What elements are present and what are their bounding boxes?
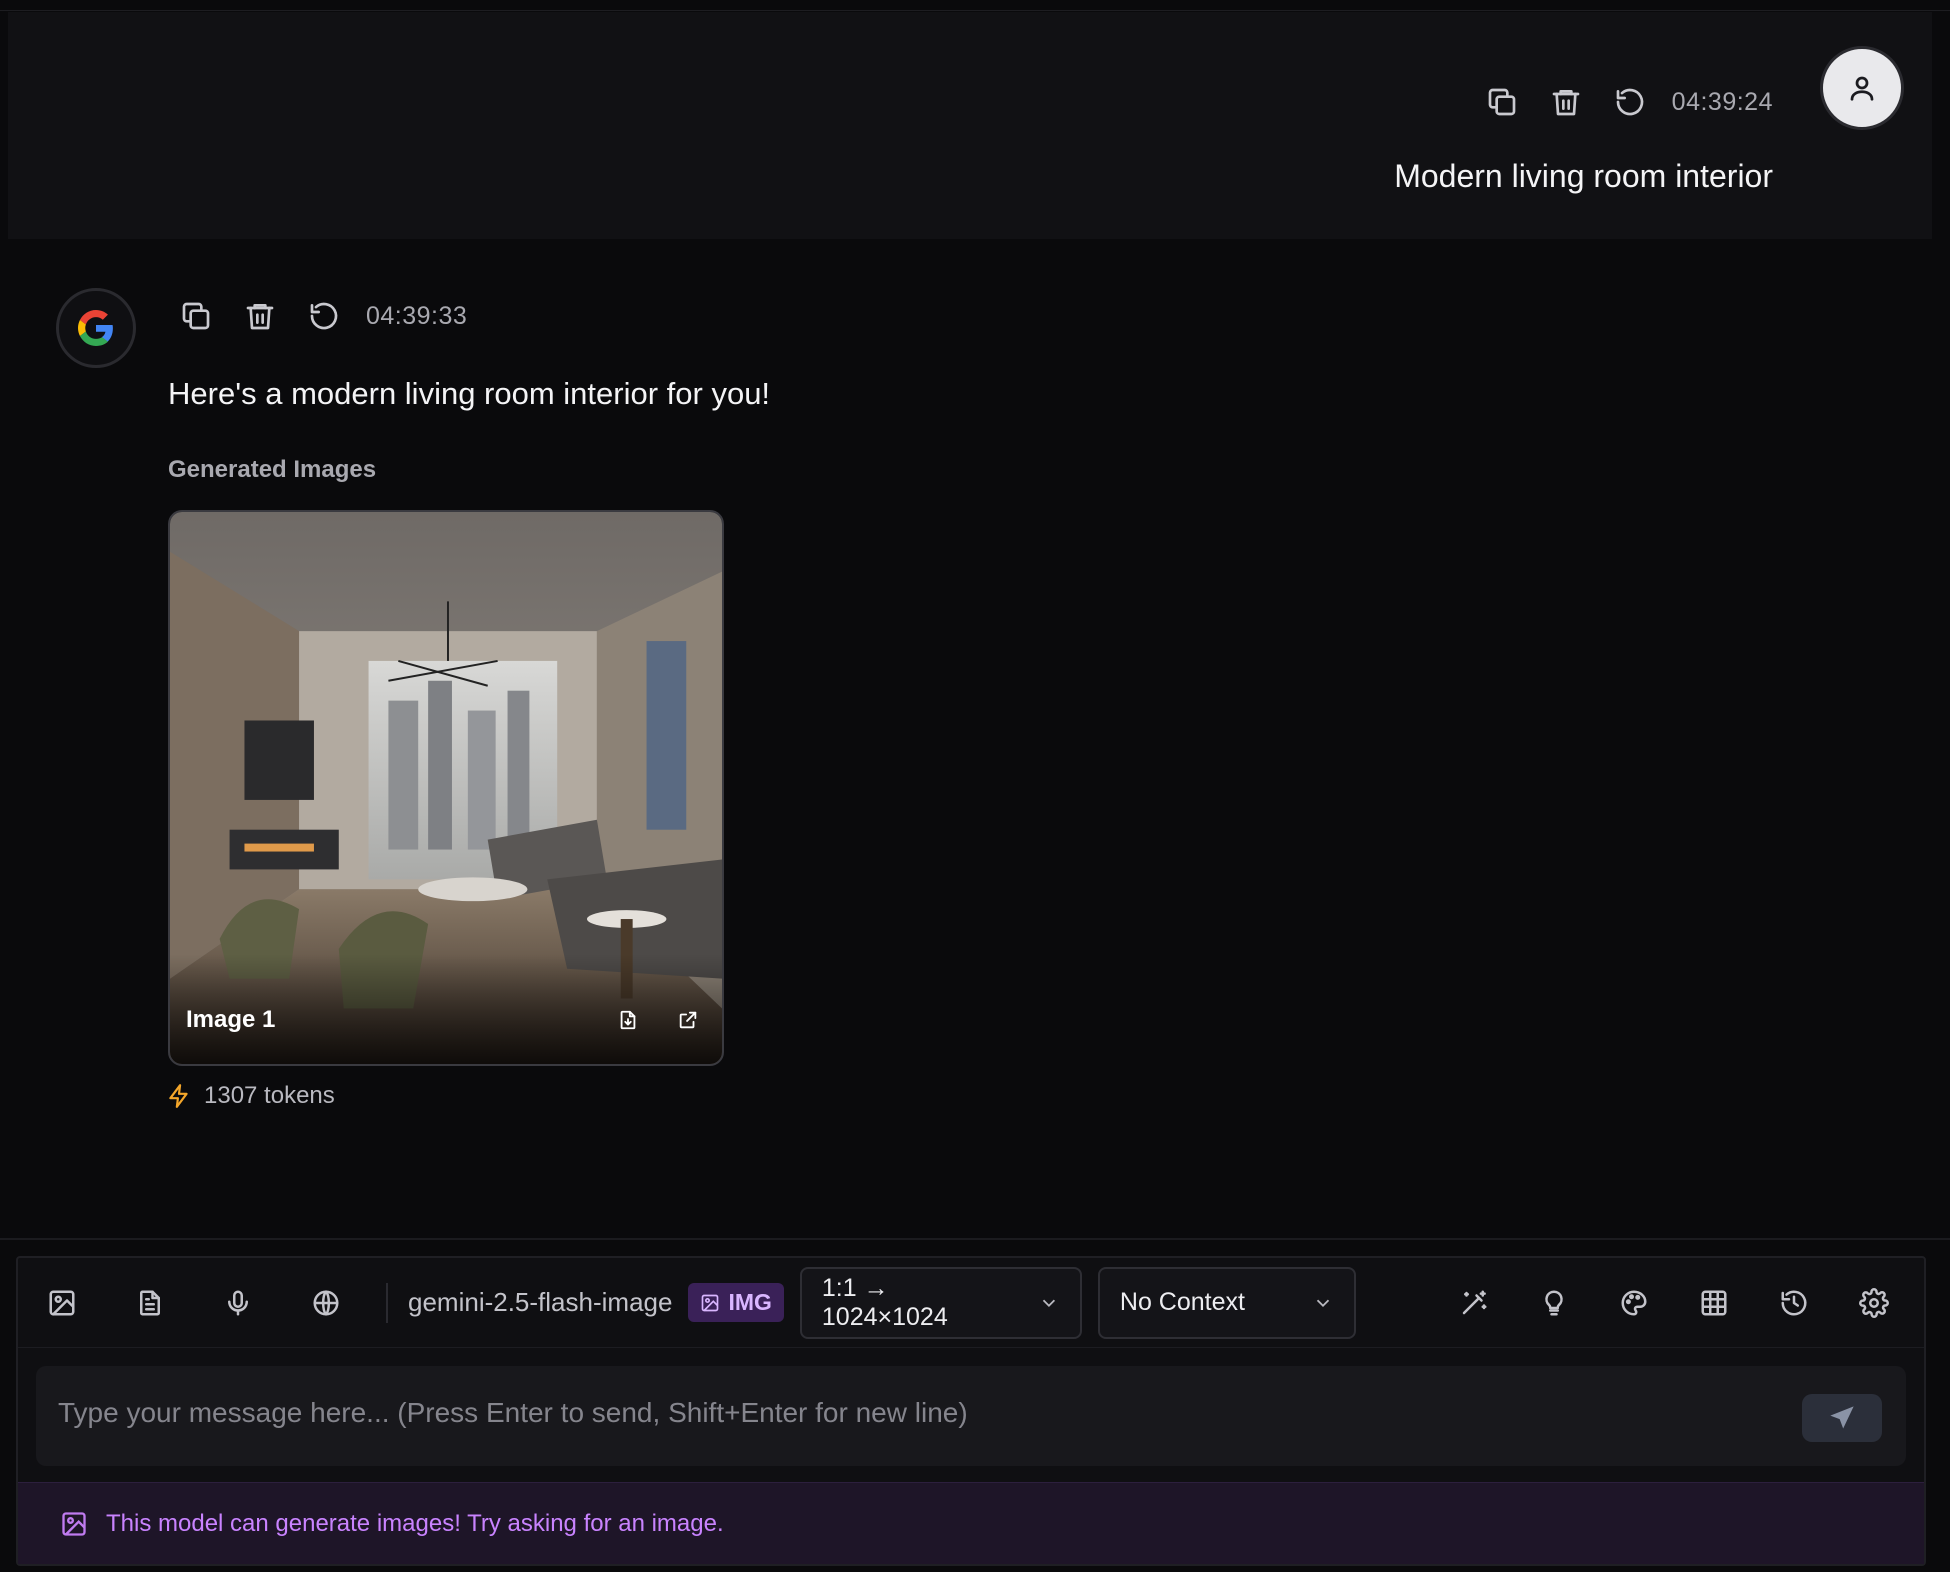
attach-image-button[interactable] [18,1263,106,1343]
image-icon [702,1294,719,1311]
user-timestamp: 04:39:24 [1671,87,1773,116]
history-icon [1781,1290,1807,1316]
send-button[interactable] [1802,1394,1882,1442]
aspect-ratio-select[interactable]: 1:1 → 1024×1024 [799,1266,1082,1339]
send-icon [1830,1406,1854,1429]
regenerate-button[interactable] [292,284,356,348]
refresh-icon [310,302,338,330]
assistant-message-actions: 04:39:33 [164,284,467,348]
image-icon [62,1511,86,1536]
user-avatar [1820,46,1904,130]
settings-button[interactable] [1834,1263,1914,1343]
copy-button[interactable] [164,284,228,348]
composer-divider [0,1238,1950,1240]
image-generation-hint: This model can generate images! Try aski… [18,1482,1924,1564]
user-message: 04:39:24 Modern living room interior [8,12,1932,239]
delete-button[interactable] [1534,70,1598,134]
trash-icon [246,304,274,330]
image-label: Image 1 [186,1006,276,1033]
grid-icon [1701,1290,1727,1316]
regenerate-button[interactable] [1598,70,1662,134]
image-badge-label: IMG [728,1289,772,1315]
context-value: No Context [1119,1288,1245,1316]
toolbar-right-actions [1434,1263,1914,1343]
assistant-message-text: Here's a modern living room interior for… [168,376,771,411]
aspect-ratio-value: 1:1 → 1024×1024 [821,1273,948,1331]
web-search-button[interactable] [282,1263,370,1343]
trash-icon [1552,90,1580,116]
magic-wand-icon [1462,1290,1487,1315]
composer: gemini-2.5-flash-image IMG 1:1 → 1024×10… [16,1256,1926,1566]
download-image-button[interactable] [608,1000,648,1040]
attach-file-button[interactable] [106,1263,194,1343]
delete-button[interactable] [228,284,292,348]
history-button[interactable] [1754,1263,1834,1343]
open-image-button[interactable] [668,1000,708,1040]
enhance-prompt-button[interactable] [1434,1263,1514,1343]
composer-toolbar: gemini-2.5-flash-image IMG 1:1 → 1024×10… [18,1258,1924,1348]
gear-icon [1859,1288,1889,1318]
lightbulb-icon [1545,1290,1563,1316]
copy-button[interactable] [1470,70,1534,134]
user-icon [1850,76,1874,101]
hint-text: This model can generate images! Try aski… [106,1509,724,1537]
generated-images-label: Generated Images [168,456,377,483]
image-capability-badge: IMG [688,1283,784,1322]
token-count: 1307 tokens [166,1082,335,1110]
copy-icon [1488,88,1516,116]
message-input[interactable] [58,1388,1718,1438]
top-border [0,0,1950,11]
external-link-icon [679,1011,697,1029]
theme-button[interactable] [1594,1263,1674,1343]
globe-icon [313,1290,339,1315]
image-icon [49,1290,75,1315]
file-download-icon [620,1010,636,1030]
model-name[interactable]: gemini-2.5-flash-image [408,1287,672,1318]
toolbar-separator [386,1282,388,1323]
grid-view-button[interactable] [1674,1263,1754,1343]
assistant-avatar [56,288,136,368]
refresh-icon [1616,88,1643,116]
user-message-text: Modern living room interior [1394,158,1773,194]
suggestions-button[interactable] [1514,1263,1594,1343]
assistant-timestamp: 04:39:33 [366,301,468,330]
lightning-icon [169,1084,188,1108]
user-message-actions: 04:39:24 [1470,70,1773,134]
voice-input-button[interactable] [194,1263,282,1343]
generated-image-card[interactable]: Image 1 [168,510,724,1066]
google-g-logo-icon [78,310,113,346]
context-select[interactable]: No Context [1097,1266,1356,1339]
chevron-down-icon [1042,1299,1056,1307]
message-input-area [36,1366,1906,1466]
microphone-icon [228,1290,248,1315]
chevron-down-icon [1316,1299,1330,1307]
file-text-icon [140,1290,160,1315]
copy-icon [182,302,210,330]
palette-icon [1621,1290,1647,1316]
token-count-text: 1307 tokens [204,1082,335,1109]
